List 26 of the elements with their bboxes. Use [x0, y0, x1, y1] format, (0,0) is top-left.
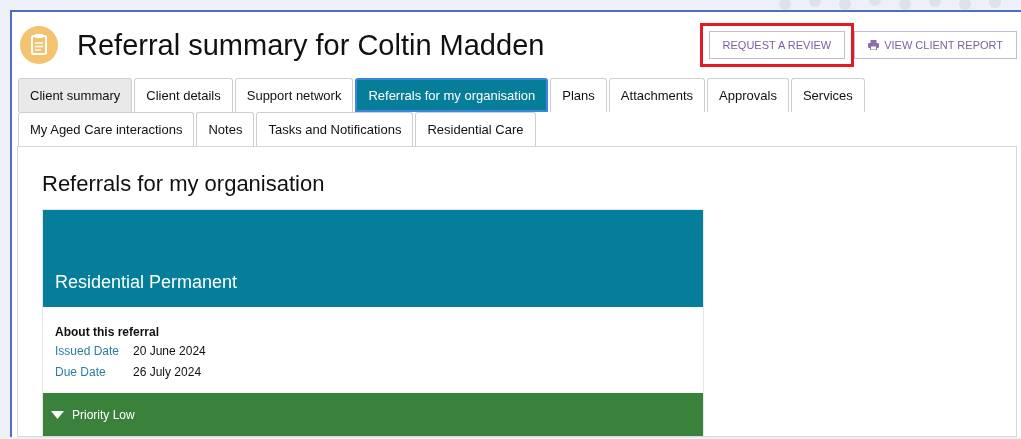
tab[interactable]: My Aged Care interactions [18, 112, 195, 146]
field-label: Issued Date [55, 344, 121, 358]
tab[interactable]: Referrals for my organisation [355, 78, 549, 112]
priority-bar[interactable]: Priority Low [43, 393, 703, 436]
tab[interactable]: Services [790, 78, 865, 112]
tab[interactable]: Client details [134, 78, 233, 112]
view-report-button[interactable]: VIEW CLIENT REPORT [854, 31, 1017, 59]
tab[interactable]: Tasks and Notifications [256, 112, 414, 146]
request-review-button[interactable]: REQUEST A REVIEW [708, 31, 846, 59]
printer-icon [868, 40, 880, 50]
card-title: Residential Permanent [55, 272, 238, 293]
tab[interactable]: Notes [196, 112, 255, 146]
tab[interactable]: Approvals [707, 78, 789, 112]
field-value: 20 June 2024 [133, 344, 207, 358]
page-title: Referral summary for Coltin Madden [77, 28, 546, 62]
caret-icon [51, 411, 64, 419]
about-heading: About this referral [55, 325, 160, 339]
tab[interactable]: Residential Care [415, 112, 536, 146]
field-value: 26 July 2024 [133, 365, 203, 379]
field-label: Due Date [55, 365, 107, 379]
tab[interactable]: Client summary [18, 78, 133, 112]
tab[interactable]: Attachments [608, 78, 706, 112]
clipboard-icon [20, 26, 58, 64]
tab[interactable]: Support network [234, 78, 354, 112]
section-heading: Referrals for my organisation [42, 171, 326, 197]
tab[interactable]: Plans [550, 78, 607, 112]
